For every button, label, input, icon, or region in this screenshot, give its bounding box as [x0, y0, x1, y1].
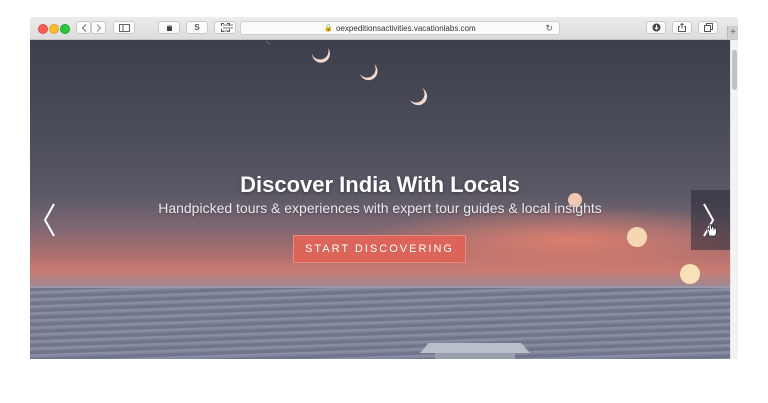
carousel-prev-arrow-icon[interactable]	[36, 200, 60, 240]
lifeguard-hut	[435, 353, 515, 359]
download-icon	[652, 23, 660, 32]
hero-carousel: Discover India With Locals Handpicked to…	[30, 40, 730, 359]
reload-icon[interactable]: ↻	[545, 23, 553, 34]
lock-icon: 🔒	[324, 25, 334, 32]
minimize-window-button[interactable]	[49, 24, 59, 34]
reader-icon[interactable]	[223, 24, 233, 32]
hand-icon	[166, 24, 172, 31]
close-window-button[interactable]	[38, 24, 48, 34]
hand-cursor-icon	[706, 224, 717, 237]
page-scrollbar[interactable]	[730, 40, 738, 359]
forward-button[interactable]	[91, 21, 106, 34]
extension-s-button[interactable]: S	[186, 21, 208, 34]
download-button[interactable]	[646, 21, 666, 34]
url-text: oexpeditionsactivities.vacationlabs.com	[336, 23, 476, 33]
scrollbar-thumb[interactable]	[732, 50, 737, 90]
share-button[interactable]	[672, 21, 692, 34]
sidebar-icon	[118, 23, 130, 32]
browser-toolbar: S 🔒 oexpeditionsactivities.vacationlabs.…	[30, 17, 738, 40]
sidebar-button[interactable]	[113, 21, 135, 34]
share-icon	[678, 23, 686, 32]
hero-subtitle: Handpicked tours & experiences with expe…	[158, 200, 602, 216]
chevron-left-icon	[81, 23, 86, 32]
hero-title: Discover India With Locals	[240, 172, 520, 197]
chevron-right-icon	[96, 23, 101, 32]
new-tab-button[interactable]: +	[727, 26, 738, 39]
browser-window: S 🔒 oexpeditionsactivities.vacationlabs.…	[30, 17, 738, 359]
address-bar[interactable]: 🔒 oexpeditionsactivities.vacationlabs.co…	[223, 21, 560, 35]
maximize-window-button[interactable]	[60, 24, 70, 34]
tabs-overview-button[interactable]	[698, 21, 718, 34]
back-button[interactable]	[76, 21, 91, 34]
lifeguard-hut-roof	[420, 343, 530, 353]
sea-background	[30, 288, 730, 359]
start-discovering-button[interactable]: START DISCOVERING	[293, 235, 466, 263]
extension-hand-button[interactable]	[158, 21, 180, 34]
tabs-icon	[703, 23, 713, 32]
